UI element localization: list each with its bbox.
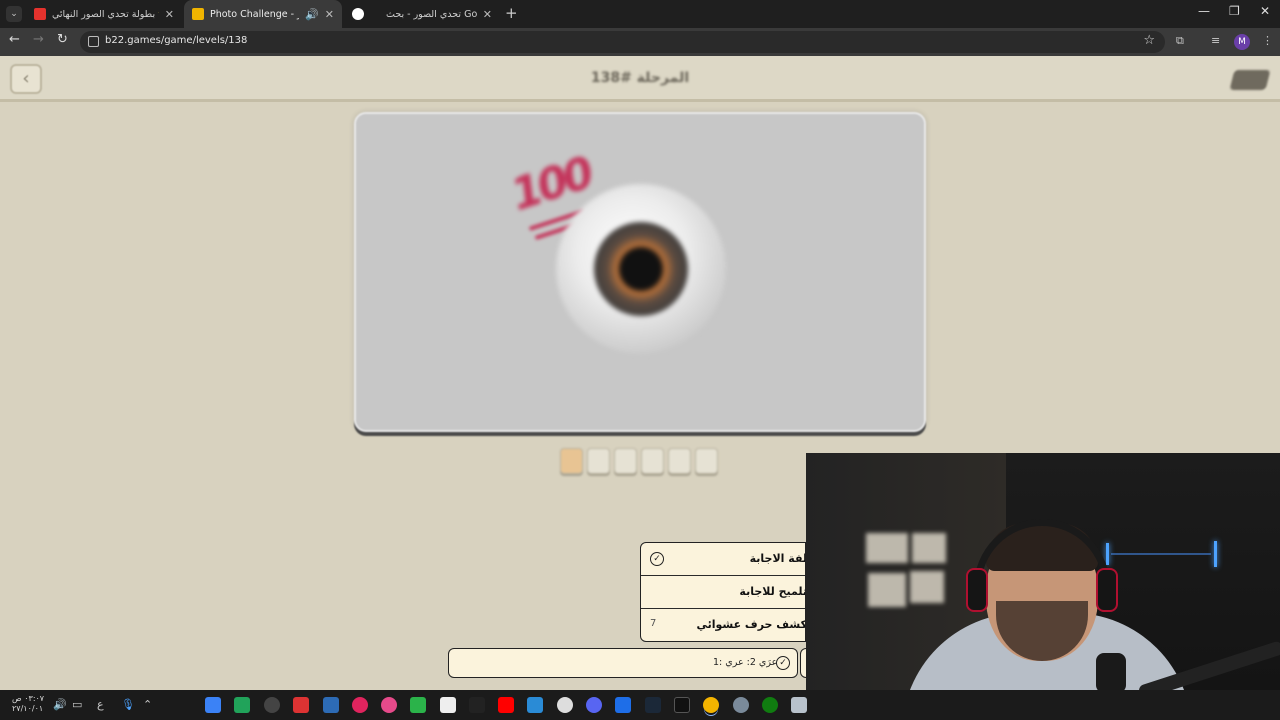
media-control-icon[interactable]: ≡ xyxy=(1211,34,1220,47)
tab-title: بطولة تحدي الصور النهائي ⭐ 🌙 xyxy=(52,8,159,20)
tray-date: ٢٧/١٠/٠١ xyxy=(12,704,44,713)
help-item-reveal-letter[interactable]: 7 كشف حرف عشوائي xyxy=(641,609,806,641)
check-circle-icon: ✓ xyxy=(650,552,664,566)
puzzle-image-card: 100 xyxy=(354,112,926,432)
profile-avatar[interactable]: M xyxy=(1234,34,1250,50)
minimize-icon[interactable]: — xyxy=(1198,4,1210,18)
tab-google-blank[interactable] xyxy=(344,0,374,28)
tray-clock[interactable]: ٠٣:٠٧ ص ٢٧/١٠/٠١ xyxy=(12,694,44,714)
answer-letter-boxes xyxy=(560,448,720,476)
microphone-icon xyxy=(1096,653,1126,690)
extensions-icon[interactable]: ⧉ xyxy=(1176,34,1184,48)
restore-icon[interactable]: ❐ xyxy=(1229,4,1240,18)
xbox-app-icon[interactable] xyxy=(762,697,778,713)
more-menu-icon[interactable]: ⋮ xyxy=(1262,34,1273,47)
media-app-icon[interactable] xyxy=(234,697,250,713)
settings-app-icon[interactable] xyxy=(264,697,280,713)
answer-letter-box[interactable] xyxy=(641,448,664,474)
close-icon[interactable]: ✕ xyxy=(165,8,174,21)
tab-title: Photo Challenge - تحدي الصور xyxy=(210,8,299,20)
youtube-app-icon[interactable] xyxy=(498,697,514,713)
network-icon[interactable]: ▭ xyxy=(72,698,82,711)
level-title: المرحلة #138 xyxy=(590,70,690,86)
eyeball-emoji-icon xyxy=(556,184,726,354)
adobe-app-icon[interactable] xyxy=(293,697,309,713)
youtube-favicon-icon xyxy=(34,8,46,20)
game-logo[interactable] xyxy=(1229,70,1271,90)
language-indicator[interactable]: ع xyxy=(97,698,104,711)
headset-cup xyxy=(966,568,988,612)
address-bar[interactable]: b22.games/game/levels/138 ☆ xyxy=(80,31,1165,53)
tray-time: ٠٣:٠٧ ص xyxy=(12,694,45,703)
reload-icon[interactable]: ↻ xyxy=(57,32,68,47)
webcam-neon-light xyxy=(1214,541,1217,567)
help-label: لفة الاجابة xyxy=(749,552,806,565)
tab-photo-tournament[interactable]: بطولة تحدي الصور النهائي ⭐ 🌙 ✕ xyxy=(26,0,182,28)
close-icon[interactable]: ✕ xyxy=(483,8,492,21)
forward-arrow-icon[interactable]: → xyxy=(33,32,44,47)
photos-app-icon[interactable] xyxy=(527,697,543,713)
back-arrow-icon[interactable]: ← xyxy=(9,32,20,47)
check-circle-icon: ✓ xyxy=(776,656,790,670)
headset-cup xyxy=(1096,568,1118,612)
answer-letter-box[interactable] xyxy=(695,448,718,474)
play-app-icon[interactable] xyxy=(410,697,426,713)
resolve-app-icon[interactable] xyxy=(323,697,339,713)
tab-google-search[interactable]: تحدي الصور - بحث Google ✕ xyxy=(378,0,500,28)
close-icon[interactable]: ✕ xyxy=(325,8,334,21)
volume-icon[interactable]: 🔊 xyxy=(53,698,67,711)
help-item-hint[interactable]: تلميح للاجابة xyxy=(641,576,806,609)
system-settings-app-icon[interactable] xyxy=(733,697,749,713)
answer-letter-box[interactable] xyxy=(587,448,610,474)
game-favicon-icon xyxy=(192,8,204,20)
help-cost: 7 xyxy=(650,618,657,629)
calculator-app-icon[interactable] xyxy=(791,697,807,713)
webcam-window-light xyxy=(910,571,944,603)
store-app-icon[interactable] xyxy=(205,697,221,713)
tab-title: تحدي الصور - بحث Google xyxy=(386,8,477,20)
game-back-button[interactable]: ‹ xyxy=(10,64,42,94)
bookmark-star-icon[interactable]: ☆ xyxy=(1143,33,1155,48)
answer-letter-box[interactable] xyxy=(614,448,637,474)
help-label: تلميح للاجابة xyxy=(739,585,806,598)
word-app-icon[interactable] xyxy=(615,697,631,713)
answer-letter-box[interactable] xyxy=(668,448,691,474)
steam-app-icon[interactable] xyxy=(645,697,661,713)
taskbar: ٠٣:٠٧ ص ٢٧/١٠/٠١ 🔊 ▭ ع 🎙 ⌃ xyxy=(0,690,1280,720)
webcam-overlay xyxy=(806,453,1280,690)
window-close-icon[interactable]: ✕ xyxy=(1260,4,1270,18)
record-app-icon[interactable] xyxy=(352,697,368,713)
tiktok-app-icon[interactable] xyxy=(674,697,690,713)
tray-overflow-icon[interactable]: ⌃ xyxy=(143,698,152,711)
help-item-reveal-answer[interactable]: ✓ لفة الاجابة xyxy=(641,543,806,576)
tab-search-button[interactable]: ⌄ xyxy=(6,6,22,22)
url-text: b22.games/game/levels/138 xyxy=(105,35,248,46)
chrome-app-icon[interactable] xyxy=(703,697,719,713)
speaker-icon[interactable]: 🔊 xyxy=(305,8,319,21)
webcam-neon-light xyxy=(1106,543,1109,565)
webcam-window-light xyxy=(912,533,946,563)
microphone-tray-icon[interactable]: 🎙 xyxy=(121,698,135,711)
obs-app-icon[interactable] xyxy=(381,697,397,713)
discord-app-icon[interactable] xyxy=(586,697,602,713)
capcut-app-icon[interactable] xyxy=(440,697,456,713)
google-favicon-icon xyxy=(352,8,364,20)
answer-attempts-strip[interactable]: 1: عرَي 2: عري ✓ xyxy=(448,648,798,678)
browser-tab-strip: ⌄ بطولة تحدي الصور النهائي ⭐ 🌙 ✕ Photo C… xyxy=(0,0,1280,28)
help-menu: ✓ لفة الاجابة تلميح للاجابة 7 كشف حرف عش… xyxy=(640,542,806,642)
answer-letter-box[interactable] xyxy=(560,448,583,474)
webcam-neon-strip xyxy=(1111,553,1211,555)
browser-toolbar: ← → ↻ b22.games/game/levels/138 ☆ ⧉ ≡ M … xyxy=(0,28,1280,56)
webcam-window-light xyxy=(868,573,906,607)
site-info-icon[interactable] xyxy=(88,36,99,47)
webcam-window-light xyxy=(866,533,908,563)
gear-app-icon[interactable] xyxy=(557,697,573,713)
new-tab-button[interactable]: + xyxy=(505,4,518,22)
help-label: كشف حرف عشوائي xyxy=(696,618,806,631)
eye-iris xyxy=(594,222,688,316)
game-header: ‹ المرحلة #138 xyxy=(0,56,1280,102)
tab-photo-challenge[interactable]: Photo Challenge - تحدي الصور 🔊 ✕ xyxy=(184,0,342,28)
answer-attempts-text: 1: عرَي 2: عري xyxy=(713,657,778,668)
blank-app-icon[interactable] xyxy=(469,697,485,713)
